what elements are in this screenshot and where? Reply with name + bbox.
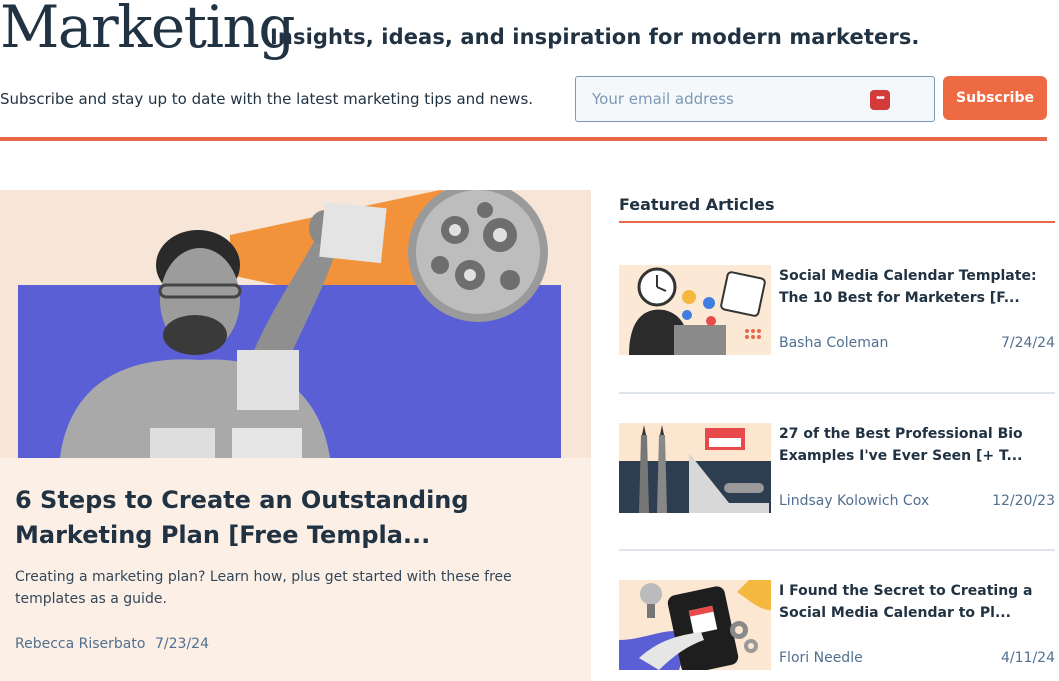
clock-calendar-laptop-image[interactable]	[619, 265, 771, 355]
hero-illustration	[0, 190, 591, 458]
hero-article-date: 7/23/24	[155, 636, 209, 652]
featured-article-author[interactable]: Basha Coleman	[779, 335, 888, 351]
featured-article-card[interactable]: Social Media Calendar Template: The 10 B…	[619, 265, 1059, 365]
featured-article-card[interactable]: 27 of the Best Professional Bio Examples…	[619, 423, 1059, 523]
marketer-sticky-notes-image[interactable]	[0, 190, 591, 458]
subscribe-description: Subscribe and stay up to date with the l…	[0, 90, 534, 108]
featured-article-card[interactable]: I Found the Secret to Creating a Social …	[619, 580, 1059, 680]
hero-article-card[interactable]: 6 Steps to Create an Outstanding Marketi…	[0, 190, 591, 681]
featured-article-title[interactable]: I Found the Secret to Creating a Social …	[779, 580, 1059, 624]
featured-divider	[619, 392, 1055, 394]
fountain-pens-laptop-image[interactable]	[619, 423, 771, 513]
hero-article-title[interactable]: 6 Steps to Create an Outstanding Marketi…	[15, 483, 575, 553]
tagline: Insights, ideas, and inspiration for mod…	[270, 25, 920, 49]
hero-article-author[interactable]: Rebecca Riserbato	[15, 636, 145, 652]
featured-article-author[interactable]: Lindsay Kolowich Cox	[779, 493, 929, 509]
password-manager-icon[interactable]: •••	[870, 90, 890, 110]
email-input[interactable]	[592, 77, 872, 121]
subscribe-button[interactable]: Subscribe	[943, 76, 1047, 120]
header-divider	[0, 137, 1047, 141]
featured-article-date: 12/20/23	[992, 493, 1055, 509]
featured-divider	[619, 549, 1055, 551]
featured-article-date: 4/11/24	[1001, 650, 1055, 666]
phone-calendar-gears-image[interactable]	[619, 580, 771, 670]
featured-divider	[619, 221, 1055, 223]
featured-article-title[interactable]: Social Media Calendar Template: The 10 B…	[779, 265, 1059, 309]
featured-article-title[interactable]: 27 of the Best Professional Bio Examples…	[779, 423, 1059, 467]
featured-article-date: 7/24/24	[1001, 335, 1055, 351]
page-header: Marketing Insights, ideas, and inspirati…	[0, 0, 1059, 61]
email-field-container[interactable]: •••	[575, 76, 935, 122]
hero-article-description: Creating a marketing plan? Learn how, pl…	[15, 569, 512, 607]
brand-title[interactable]: Marketing	[0, 0, 296, 66]
featured-article-author[interactable]: Flori Needle	[779, 650, 863, 666]
featured-articles-heading: Featured Articles	[619, 195, 775, 214]
